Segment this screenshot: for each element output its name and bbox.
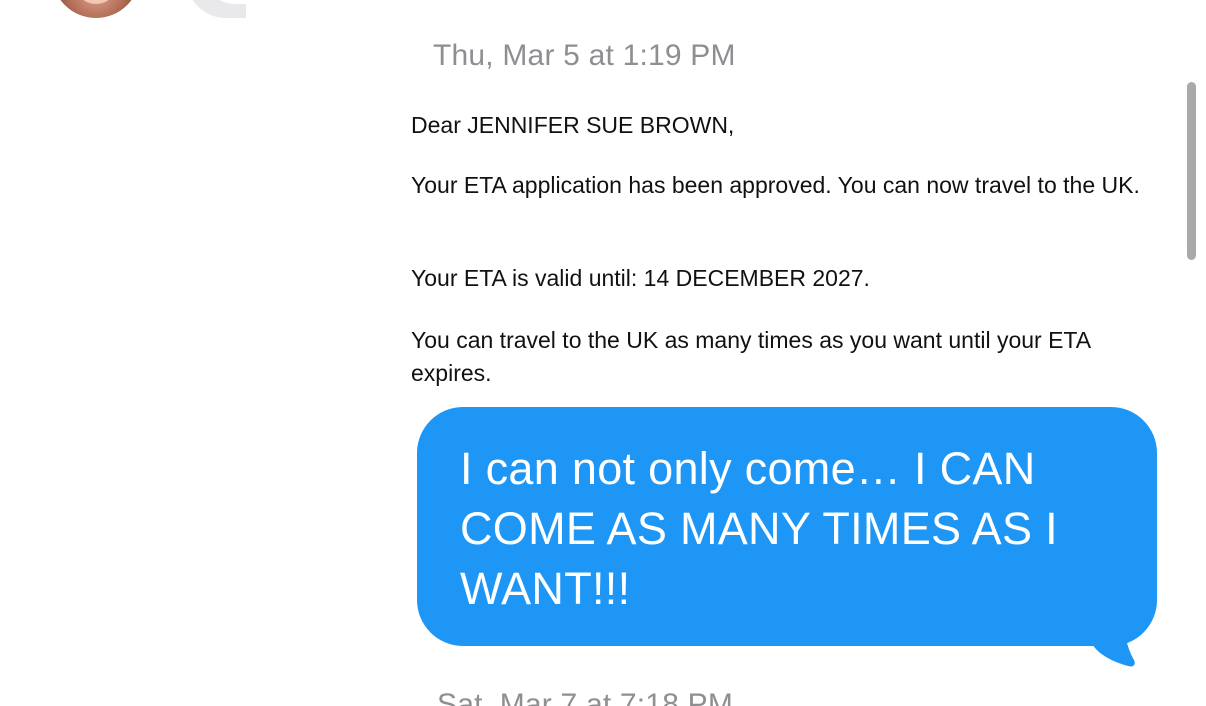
outgoing-bubble-tail xyxy=(1090,600,1135,667)
contact-avatar[interactable] xyxy=(52,0,140,18)
timestamp-time: at 1:19 PM xyxy=(588,39,736,72)
outgoing-message-bubble[interactable]: I can not only come… I CAN COME AS MANY … xyxy=(417,407,1157,646)
outgoing-message-text: I can not only come… I CAN COME AS MANY … xyxy=(460,443,1058,614)
email-approval-line: Your ETA application has been approved. … xyxy=(411,172,1140,198)
timestamp-time: at 7:18 PM xyxy=(585,688,734,706)
email-screenshot-image[interactable]: Dear JENNIFER SUE BROWN, Your ETA applic… xyxy=(398,100,1158,396)
email-greeting: Dear JENNIFER SUE BROWN, xyxy=(411,112,735,138)
vertical-scrollbar[interactable] xyxy=(1187,82,1196,260)
avatar-face xyxy=(74,0,118,4)
incoming-bubble-tail xyxy=(186,0,260,18)
email-validity-line: Your ETA is valid until: 14 DECEMBER 202… xyxy=(411,265,870,291)
message-thread: Thu, Mar 5 at 1:19 PM Dear JENNIFER SUE … xyxy=(0,0,1206,706)
email-travel-line: You can travel to the UK as many times a… xyxy=(411,327,1090,386)
timestamp-day: Sat, Mar 7 xyxy=(437,688,578,706)
timestamp-day: Thu, Mar 5 xyxy=(433,39,581,72)
